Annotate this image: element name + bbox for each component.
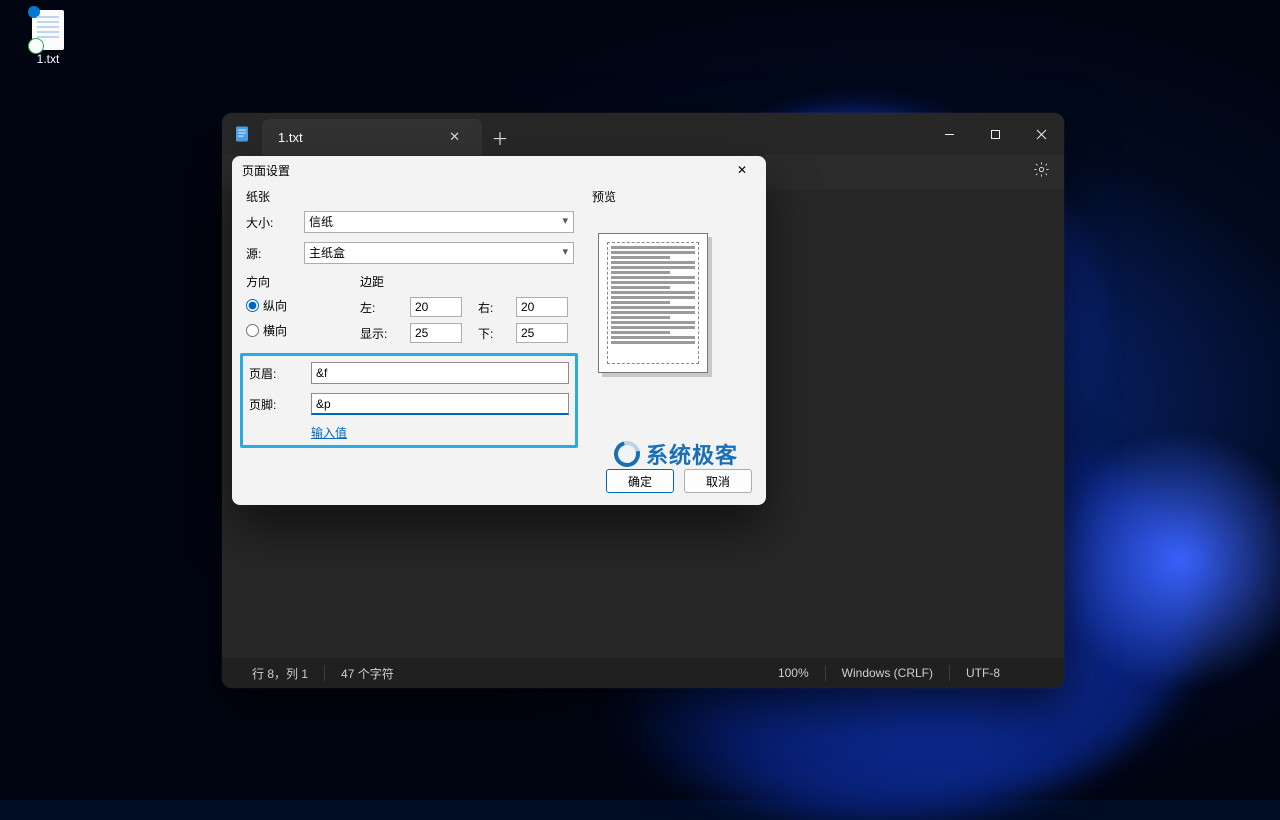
status-line-ending[interactable]: Windows (CRLF) [826,666,949,680]
desktop-file-label: 1.txt [18,52,78,66]
watermark-text: 系统极客 [646,438,738,470]
margin-left-label: 左: [360,299,400,316]
watermark: 系统极客 [614,438,738,470]
paper-source-label: 源: [246,245,304,262]
margin-right-input[interactable] [516,297,568,317]
page-preview [598,233,708,373]
close-button[interactable] [1018,113,1064,155]
tab-close-icon[interactable]: ✕ [443,125,466,149]
paper-size-label: 大小: [246,214,304,231]
header-input[interactable] [311,362,569,384]
margin-bottom-input[interactable] [516,323,568,343]
paper-size-select[interactable]: 信纸 [304,211,574,233]
orientation-landscape-radio[interactable] [246,324,259,337]
ok-button[interactable]: 确定 [606,469,674,493]
dialog-titlebar[interactable]: 页面设置 ✕ [232,156,766,184]
margin-top-label: 显示: [360,325,400,342]
tab-active[interactable]: 1.txt ✕ [262,119,482,155]
maximize-button[interactable] [972,113,1018,155]
paper-group-label: 纸张 [246,188,574,205]
desktop-file-icon[interactable]: 1.txt [18,10,78,66]
app-icon [222,113,262,155]
footer-label: 页脚: [249,396,311,413]
header-footer-highlight: 页眉: 页脚: 输入值 [240,353,578,448]
header-label: 页眉: [249,365,311,382]
orientation-landscape[interactable]: 横向 [246,322,342,339]
paper-source-select[interactable]: 主纸盒 [304,242,574,264]
status-zoom[interactable]: 100% [762,666,825,680]
preview-label: 预览 [592,188,752,205]
dialog-close-icon[interactable]: ✕ [728,163,756,177]
orientation-group-label: 方向 [246,273,342,290]
orientation-portrait[interactable]: 纵向 [246,297,342,314]
new-tab-button[interactable]: ＋ [482,119,518,155]
margin-right-label: 右: [478,299,506,316]
orientation-portrait-radio[interactable] [246,299,259,312]
status-encoding[interactable]: UTF-8 [950,666,1050,680]
margins-group-label: 边距 [360,273,574,290]
dialog-title: 页面设置 [242,162,728,179]
footer-input[interactable] [311,393,569,415]
margin-left-input[interactable] [410,297,462,317]
cancel-button[interactable]: 取消 [684,469,752,493]
minimize-button[interactable] [926,113,972,155]
status-position: 行 8，列 1 [236,665,324,682]
tab-title: 1.txt [278,130,303,145]
margin-top-input[interactable] [410,323,462,343]
settings-button[interactable] [1033,161,1050,183]
input-values-link[interactable]: 输入值 [311,424,569,441]
status-chars: 47 个字符 [325,665,410,682]
watermark-icon [609,436,645,472]
statusbar: 行 8，列 1 47 个字符 100% Windows (CRLF) UTF-8 [222,658,1064,688]
text-file-icon [32,10,64,50]
titlebar[interactable]: 1.txt ✕ ＋ [222,113,1064,155]
margin-bottom-label: 下: [478,325,506,342]
